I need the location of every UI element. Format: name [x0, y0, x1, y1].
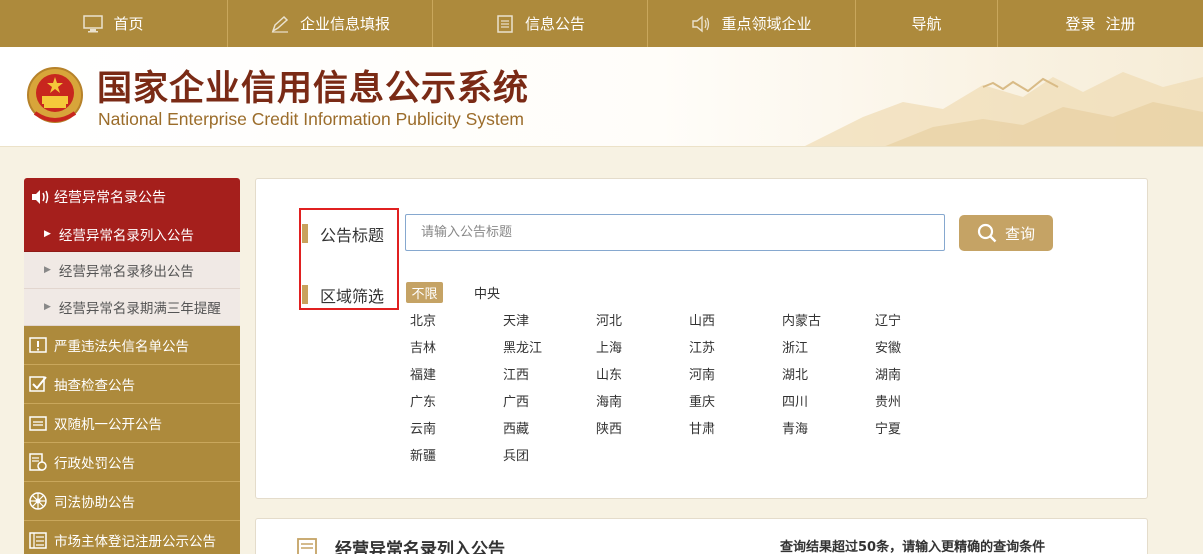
region-filter-central[interactable]: 中央	[474, 283, 500, 302]
province-option[interactable]: 宁夏	[875, 421, 968, 448]
sidebar-sub-label: 经营异常名录列入公告	[58, 227, 194, 244]
sidebar-sub-item-list-in[interactable]: ▶ 经营异常名录列入公告	[24, 216, 240, 252]
province-option[interactable]: 吉林	[410, 340, 503, 367]
sidebar-item-label: 抽查检查公告	[54, 378, 135, 394]
sidebar-item-double-random[interactable]: 双随机一公开公告	[24, 404, 240, 443]
top-nav: 首页 企业信息填报 信息公告 重点领域企业 导航 登录 注册	[0, 0, 1203, 47]
sidebar-item-judicial[interactable]: 司法协助公告	[24, 482, 240, 521]
sidebar: 经营异常名录公告 ▶ 经营异常名录列入公告 ▶ 经营异常名录移出公告 ▶ 经营异…	[24, 178, 240, 554]
warning-board-icon	[28, 335, 48, 355]
caret-right-icon: ▶	[44, 265, 51, 275]
sidebar-item-serious-violation[interactable]: 严重违法失信名单公告	[24, 326, 240, 365]
sidebar-sub-item-list-out[interactable]: ▶ 经营异常名录移出公告	[24, 252, 240, 289]
speaker-icon	[32, 190, 49, 204]
result-note: 查询结果超过50条，请输入更精确的查询条件	[780, 540, 1046, 554]
province-option[interactable]: 湖北	[782, 367, 875, 394]
nav-home-label: 首页	[113, 15, 144, 33]
province-option[interactable]: 浙江	[782, 340, 875, 367]
region-filter-label: 区域筛选	[302, 283, 384, 307]
speaker-icon	[691, 15, 711, 33]
nav-info-notice-label: 信息公告	[524, 15, 585, 33]
province-option[interactable]: 天津	[503, 313, 596, 340]
announcement-title-label: 公告标题	[302, 222, 384, 246]
nav-key-enterprise[interactable]: 重点领域企业	[648, 0, 856, 47]
nav-fill-report[interactable]: 企业信息填报	[228, 0, 433, 47]
sidebar-head-label: 经营异常名录公告	[54, 190, 166, 206]
province-option[interactable]: 兵团	[503, 448, 596, 475]
province-option[interactable]: 广东	[410, 394, 503, 421]
province-option[interactable]: 江西	[503, 367, 596, 394]
login-link[interactable]: 登录	[1065, 13, 1095, 34]
province-list: 北京 天津 河北 山西 内蒙古 辽宁 吉林 黑龙江 上海 江苏 浙江 安徽 福建…	[410, 313, 970, 475]
sidebar-item-label: 司法协助公告	[54, 495, 135, 511]
province-option[interactable]: 陕西	[596, 421, 689, 448]
wheel-icon	[28, 491, 48, 511]
province-option[interactable]: 上海	[596, 340, 689, 367]
province-option[interactable]: 贵州	[875, 394, 968, 421]
caret-right-icon: ▶	[44, 228, 51, 239]
search-button-label: 查询	[1004, 224, 1035, 243]
province-option[interactable]: 北京	[410, 313, 503, 340]
sidebar-head[interactable]: 经营异常名录公告	[24, 178, 240, 216]
site-subtitle: National Enterprise Credit Information P…	[98, 109, 525, 129]
document-seal-icon	[28, 452, 48, 472]
sidebar-sub-label: 经营异常名录移出公告	[58, 264, 194, 280]
search-button[interactable]: 查询	[959, 215, 1053, 251]
province-option[interactable]: 安徽	[875, 340, 968, 367]
result-title: 经营异常名录列入公告	[335, 540, 505, 554]
tray-icon	[28, 413, 48, 433]
sidebar-item-label: 市场主体登记注册公示公告	[54, 534, 216, 550]
province-option[interactable]: 江苏	[689, 340, 782, 367]
nav-key-enterprise-label: 重点领域企业	[721, 15, 812, 33]
province-option[interactable]: 福建	[410, 367, 503, 394]
caret-right-icon: ▶	[44, 302, 51, 312]
sidebar-item-admin-penalty[interactable]: 行政处罚公告	[24, 443, 240, 482]
sidebar-item-market-registration[interactable]: 市场主体登记注册公示公告	[24, 521, 240, 554]
province-option[interactable]: 山东	[596, 367, 689, 394]
province-option[interactable]: 云南	[410, 421, 503, 448]
province-option[interactable]: 广西	[503, 394, 596, 421]
province-option[interactable]: 四川	[782, 394, 875, 421]
province-option[interactable]: 河南	[689, 367, 782, 394]
nav-login-register: 登录 注册	[998, 0, 1203, 47]
pen-icon	[270, 15, 290, 33]
nav-info-notice[interactable]: 信息公告	[433, 0, 648, 47]
province-option[interactable]: 湖南	[875, 367, 968, 394]
monitor-icon	[83, 14, 104, 33]
search-icon	[977, 223, 997, 243]
province-option[interactable]: 海南	[596, 394, 689, 421]
province-option[interactable]: 甘肃	[689, 421, 782, 448]
sidebar-item-label: 双随机一公开公告	[54, 417, 162, 433]
great-wall-mountain-image	[805, 72, 1203, 146]
sidebar-item-label: 行政处罚公告	[54, 456, 135, 472]
province-option[interactable]: 青海	[782, 421, 875, 448]
province-option[interactable]: 河北	[596, 313, 689, 340]
national-emblem-icon	[27, 67, 83, 123]
nav-fill-report-label: 企业信息填报	[299, 15, 390, 33]
list-icon	[297, 538, 317, 554]
nav-guide[interactable]: 导航	[856, 0, 998, 47]
document-icon	[495, 14, 515, 33]
province-option[interactable]: 新疆	[410, 448, 503, 475]
announcement-title-input[interactable]	[405, 214, 945, 251]
province-option[interactable]: 西藏	[503, 421, 596, 448]
building-icon	[28, 530, 48, 550]
checkbox-icon	[28, 374, 48, 394]
nav-home[interactable]: 首页	[0, 0, 228, 47]
register-link[interactable]: 注册	[1106, 13, 1136, 34]
sidebar-sub-label: 经营异常名录期满三年提醒	[58, 301, 221, 317]
province-option[interactable]: 重庆	[689, 394, 782, 421]
sidebar-item-spot-check[interactable]: 抽查检查公告	[24, 365, 240, 404]
site-title: 国家企业信用信息公示系统	[97, 69, 530, 109]
province-option[interactable]: 辽宁	[875, 313, 968, 340]
province-option[interactable]: 黑龙江	[503, 340, 596, 367]
region-filter-all[interactable]: 不限	[406, 282, 443, 303]
province-option[interactable]: 内蒙古	[782, 313, 875, 340]
province-option[interactable]: 山西	[689, 313, 782, 340]
sidebar-sub-item-three-year[interactable]: ▶ 经营异常名录期满三年提醒	[24, 289, 240, 326]
sidebar-item-label: 严重违法失信名单公告	[54, 339, 189, 355]
nav-guide-label: 导航	[911, 15, 942, 33]
site-header: 国家企业信用信息公示系统 National Enterprise Credit …	[0, 47, 1203, 147]
